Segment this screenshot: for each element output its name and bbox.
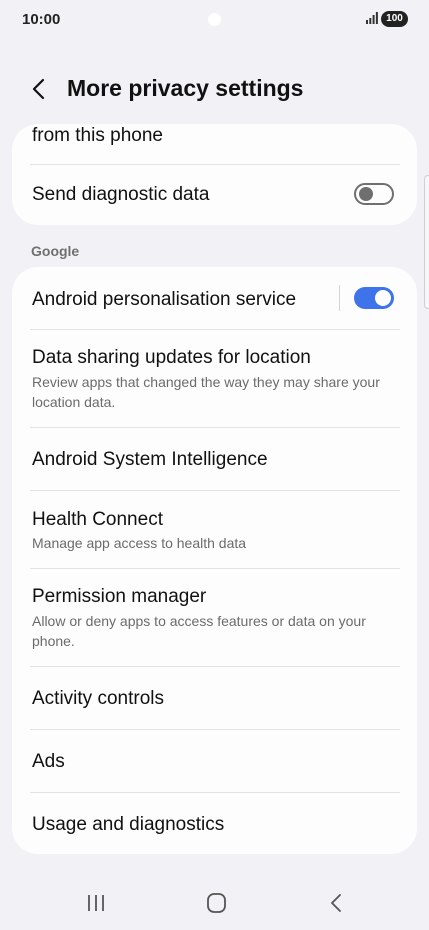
list-item-title: from this phone	[32, 125, 163, 146]
android-system-intelligence-item[interactable]: Android System Intelligence	[12, 428, 417, 490]
ads-item[interactable]: Ads	[12, 730, 417, 792]
list-item-title: Send diagnostic data	[32, 184, 210, 205]
navigation-bar	[0, 872, 429, 930]
data-sharing-updates-item[interactable]: Data sharing updates for location Review…	[12, 330, 417, 427]
status-time: 10:00	[22, 11, 61, 28]
signal-icon	[366, 12, 378, 24]
app-header: More privacy settings	[0, 60, 429, 116]
send-diagnostic-data-item[interactable]: Send diagnostic data	[12, 165, 417, 225]
toggle-knob	[375, 290, 391, 306]
list-item-title: Data sharing updates for location	[32, 347, 311, 368]
list-item-partial[interactable]: from this phone	[12, 124, 417, 164]
battery-icon: 100	[381, 11, 408, 27]
toggle-knob	[359, 187, 373, 201]
activity-controls-item[interactable]: Activity controls	[12, 667, 417, 729]
list-item-subtitle: Review apps that changed the way they ma…	[32, 374, 380, 410]
camera-cutout	[208, 13, 221, 26]
health-connect-item[interactable]: Health Connect Manage app access to heal…	[12, 491, 417, 568]
section-header-google: Google	[31, 243, 80, 259]
android-personalisation-toggle[interactable]	[354, 287, 394, 309]
list-item-title: Ads	[32, 751, 65, 772]
list-item-title: Android personalisation service	[32, 289, 297, 310]
send-diagnostic-data-toggle[interactable]	[354, 183, 394, 205]
back-icon[interactable]	[321, 888, 351, 918]
settings-card-google: Android personalisation service Data sha…	[12, 267, 417, 854]
android-personalisation-item[interactable]: Android personalisation service	[12, 267, 417, 329]
divider-vertical	[339, 285, 340, 311]
list-item-subtitle: Allow or deny apps to access features or…	[32, 613, 366, 649]
permission-manager-item[interactable]: Permission manager Allow or deny apps to…	[12, 569, 417, 666]
list-item-title: Activity controls	[32, 688, 164, 709]
recents-icon[interactable]	[81, 888, 111, 918]
status-bar: 10:00 100	[0, 0, 429, 40]
settings-card-top: from this phone Send diagnostic data	[12, 124, 417, 225]
home-icon[interactable]	[201, 888, 231, 918]
list-item-title: Permission manager	[32, 586, 207, 607]
page-title: More privacy settings	[67, 75, 304, 101]
chevron-left-icon[interactable]	[24, 74, 54, 104]
list-item-title: Health Connect	[32, 509, 163, 530]
scrollbar[interactable]	[424, 175, 429, 309]
usage-and-diagnostics-item[interactable]: Usage and diagnostics	[12, 793, 417, 854]
list-item-title: Usage and diagnostics	[32, 814, 225, 835]
list-item-subtitle: Manage app access to health data	[32, 535, 247, 551]
list-item-title: Android System Intelligence	[32, 449, 268, 470]
